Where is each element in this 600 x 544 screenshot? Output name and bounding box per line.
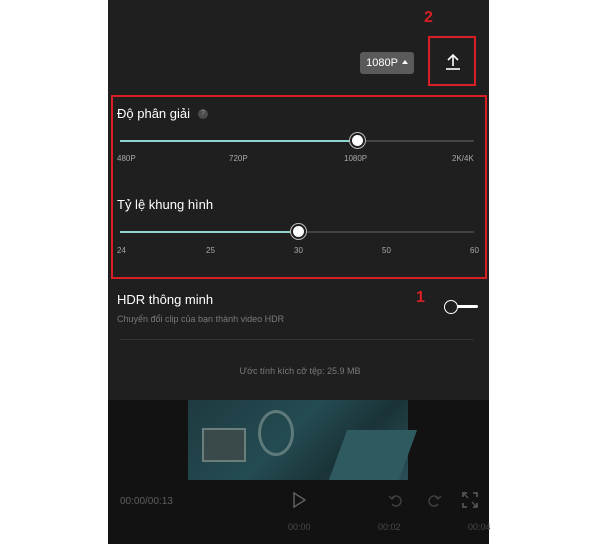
resolution-badge[interactable]: 1080P xyxy=(360,52,414,74)
framerate-slider-fill xyxy=(120,231,298,233)
timeline-label: 00:02 xyxy=(378,522,401,532)
timeline-label: 00:00 xyxy=(288,522,311,532)
play-icon[interactable] xyxy=(292,492,306,508)
playback-time: 00:00/00:13 xyxy=(120,496,173,507)
resolution-tick-2k4k: 2K/4K xyxy=(452,154,474,163)
resolution-slider-fill xyxy=(120,140,357,142)
file-size-estimate: Ước tính kích cỡ tệp: 25.9 MB xyxy=(239,366,361,376)
video-thumbnail[interactable] xyxy=(188,400,418,480)
upload-icon xyxy=(446,53,460,70)
timeline-labels: 00:00 00:02 00:04 xyxy=(108,522,491,536)
redo-icon[interactable] xyxy=(426,492,442,508)
framerate-tick-60: 60 xyxy=(470,246,479,255)
framerate-title: Tỷ lệ khung hình xyxy=(117,197,214,212)
resolution-tick-720p: 720P xyxy=(229,154,248,163)
timeline-label: 00:04 xyxy=(468,522,491,532)
caret-up-icon xyxy=(401,60,408,64)
resolution-slider-thumb[interactable] xyxy=(350,133,365,148)
question-icon[interactable]: ? xyxy=(198,109,208,119)
undo-icon[interactable] xyxy=(388,492,404,508)
export-button[interactable] xyxy=(428,36,476,86)
hdr-toggle-knob xyxy=(444,300,458,314)
divider xyxy=(120,339,474,340)
annotation-marker-2: 2 xyxy=(424,9,433,26)
resolution-tick-1080p: 1080P xyxy=(344,154,368,163)
resolution-badge-label: 1080P xyxy=(366,57,398,69)
annotation-marker-1: 1 xyxy=(416,289,425,306)
framerate-tick-25: 25 xyxy=(206,246,215,255)
resolution-tick-480p: 480P xyxy=(117,154,136,163)
hdr-title: HDR thông minh xyxy=(117,292,214,307)
framerate-slider-thumb[interactable] xyxy=(291,224,306,239)
framerate-tick-50: 50 xyxy=(382,246,391,255)
hdr-toggle[interactable] xyxy=(444,300,478,314)
fullscreen-icon[interactable] xyxy=(462,492,478,508)
hdr-description: Chuyển đổi clip của bạn thành video HDR xyxy=(117,314,285,324)
framerate-tick-24: 24 xyxy=(117,246,126,255)
resolution-title: Độ phân giải xyxy=(117,106,190,121)
framerate-tick-30: 30 xyxy=(294,246,303,255)
